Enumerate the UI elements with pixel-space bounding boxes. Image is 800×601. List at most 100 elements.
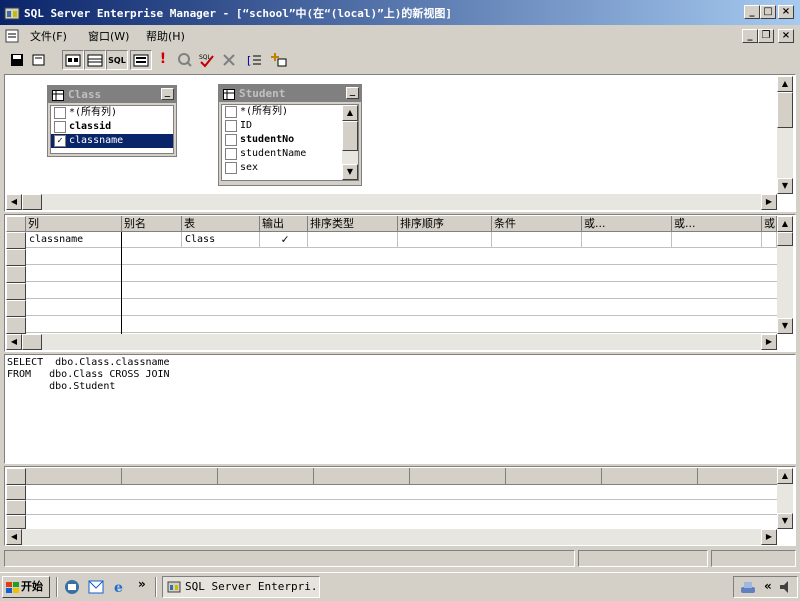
- scroll-right-button[interactable]: ▶: [761, 334, 777, 350]
- column-checkbox[interactable]: [225, 148, 237, 160]
- student-list-scrollbar[interactable]: ▲ ▼: [342, 105, 358, 180]
- show-results-pane-icon[interactable]: [130, 50, 152, 70]
- start-button[interactable]: 开始: [2, 576, 50, 598]
- child-close-button[interactable]: ×: [778, 29, 794, 43]
- row-selector[interactable]: [6, 232, 26, 249]
- scroll-left-button[interactable]: ◀: [6, 529, 22, 545]
- column-checkbox[interactable]: [225, 162, 237, 174]
- student-column-list[interactable]: *(所有列) ID studentNo studentName sex ▲ ▼: [221, 104, 359, 181]
- sql-pane[interactable]: SELECT dbo.Class.classname FROM dbo.Clas…: [4, 354, 796, 464]
- grid-header-sort-order[interactable]: 排序顺序: [398, 216, 492, 232]
- title-bar[interactable]: SQL Server Enterprise Manager - [“school…: [0, 0, 800, 25]
- remove-filter-icon[interactable]: [218, 50, 240, 70]
- scroll-thumb[interactable]: [777, 232, 793, 246]
- tray-chevron[interactable]: «: [764, 579, 772, 593]
- class-column-list[interactable]: *(所有列) classid ✓ classname: [50, 105, 174, 154]
- grid-header-column[interactable]: 列: [26, 216, 122, 232]
- class-table-box[interactable]: Class _ *(所有列) classid ✓ classname: [47, 85, 177, 157]
- close-button[interactable]: ×: [778, 5, 794, 19]
- grid-cell-column[interactable]: classname: [26, 232, 122, 248]
- grid-pane[interactable]: 列 别名 表 输出 排序类型 排序顺序 条件 或... 或... 或... cl…: [4, 214, 796, 352]
- quicklaunch-outlook-icon[interactable]: [88, 579, 104, 595]
- save-icon[interactable]: [6, 50, 28, 70]
- column-checkbox[interactable]: [225, 106, 237, 118]
- show-diagram-pane-icon[interactable]: [62, 50, 84, 70]
- grid-header-alias[interactable]: 别名: [122, 216, 182, 232]
- scroll-right-button[interactable]: ▶: [761, 529, 777, 545]
- row-selector[interactable]: [6, 500, 26, 515]
- verify-sql-icon[interactable]: SQL: [196, 50, 218, 70]
- diagram-vertical-scrollbar[interactable]: ▲ ▼: [777, 76, 793, 194]
- quicklaunch-ie-icon[interactable]: e: [112, 579, 128, 596]
- grid-vertical-scrollbar[interactable]: ▲ ▼: [777, 216, 793, 334]
- column-row[interactable]: classid: [51, 120, 173, 134]
- scroll-up-button[interactable]: ▲: [342, 105, 358, 121]
- menu-window[interactable]: 窗口(W): [88, 28, 129, 44]
- row-selector[interactable]: [6, 485, 26, 500]
- row-selector[interactable]: [6, 317, 26, 334]
- column-checkbox[interactable]: [225, 134, 237, 146]
- grid-cell-sort-order[interactable]: [398, 232, 492, 248]
- grid-header-output[interactable]: 输出: [260, 216, 308, 232]
- column-checkbox[interactable]: [54, 107, 66, 119]
- scroll-down-button[interactable]: ▼: [777, 178, 793, 194]
- grid-header-or-1[interactable]: 或...: [582, 216, 672, 232]
- column-row[interactable]: studentName: [222, 147, 358, 161]
- scroll-thumb[interactable]: [22, 334, 42, 350]
- column-row[interactable]: *(所有列): [222, 105, 358, 119]
- grid-header-table[interactable]: 表: [182, 216, 260, 232]
- row-selector[interactable]: [6, 266, 26, 283]
- maximize-button[interactable]: □: [760, 5, 776, 19]
- taskbar-window-button[interactable]: SQL Server Enterpri...: [162, 576, 320, 598]
- grid-cell-or-3[interactable]: [762, 232, 777, 248]
- grid-cell-or-1[interactable]: [582, 232, 672, 248]
- sql-text[interactable]: SELECT dbo.Class.classname FROM dbo.Clas…: [7, 357, 793, 393]
- enterprise-manager-app-icon[interactable]: [4, 5, 20, 21]
- menu-help[interactable]: 帮助(H): [146, 28, 185, 44]
- class-table-title-bar[interactable]: Class _: [48, 86, 176, 103]
- scroll-down-button[interactable]: ▼: [777, 318, 793, 334]
- grid-cell-table[interactable]: Class: [182, 232, 260, 248]
- scroll-right-button[interactable]: ▶: [761, 194, 777, 210]
- grid-empty-rows[interactable]: [26, 248, 777, 334]
- diagram-pane[interactable]: Class _ *(所有列) classid ✓ classname Studen…: [4, 74, 796, 212]
- document-icon[interactable]: [4, 28, 20, 44]
- scroll-up-button[interactable]: ▲: [777, 76, 793, 92]
- scroll-thumb[interactable]: [342, 121, 358, 151]
- child-restore-button[interactable]: ❐: [758, 29, 774, 43]
- column-checkbox-checked[interactable]: ✓: [54, 135, 66, 147]
- row-selector[interactable]: [6, 515, 26, 529]
- minimize-button[interactable]: _: [744, 5, 760, 19]
- results-vertical-scrollbar[interactable]: ▲ ▼: [777, 468, 793, 529]
- results-horizontal-scrollbar[interactable]: ◀ ▶: [6, 529, 777, 545]
- grid-header-or-2[interactable]: 或...: [672, 216, 762, 232]
- grid-cell-sort-type[interactable]: [308, 232, 398, 248]
- column-row[interactable]: ✓ classname: [51, 134, 173, 148]
- student-table-box[interactable]: Student _ *(所有列) ID studentNo studentNam…: [218, 84, 362, 186]
- tray-speaker-icon[interactable]: [778, 579, 794, 595]
- student-table-title-bar[interactable]: Student _: [219, 85, 361, 102]
- tray-network-icon[interactable]: [740, 579, 756, 595]
- show-grid-pane-icon[interactable]: [84, 50, 106, 70]
- grid-cell-output-checkbox[interactable]: ✓: [260, 232, 308, 248]
- grid-cell-criteria[interactable]: [492, 232, 582, 248]
- row-selector[interactable]: [6, 283, 26, 300]
- scroll-thumb[interactable]: [22, 194, 42, 210]
- results-empty-rows[interactable]: [26, 485, 777, 529]
- column-row[interactable]: ID: [222, 119, 358, 133]
- grid-cell-alias[interactable]: [122, 232, 182, 248]
- quicklaunch-chevron[interactable]: »: [138, 577, 146, 591]
- student-table-minimize-button[interactable]: _: [346, 87, 359, 99]
- diagram-horizontal-scrollbar[interactable]: ◀ ▶: [6, 194, 777, 210]
- column-checkbox[interactable]: [225, 120, 237, 132]
- child-minimize-button[interactable]: _: [742, 29, 758, 43]
- scroll-down-button[interactable]: ▼: [342, 164, 358, 180]
- scroll-thumb[interactable]: [777, 92, 793, 128]
- group-by-icon[interactable]: [: [244, 50, 266, 70]
- menu-file[interactable]: 文件(F): [30, 28, 67, 44]
- grid-header-criteria[interactable]: 条件: [492, 216, 582, 232]
- scroll-left-button[interactable]: ◀: [6, 194, 22, 210]
- row-selector[interactable]: [6, 300, 26, 317]
- grid-horizontal-scrollbar[interactable]: ◀ ▶: [6, 334, 777, 350]
- run-icon[interactable]: !: [152, 50, 174, 70]
